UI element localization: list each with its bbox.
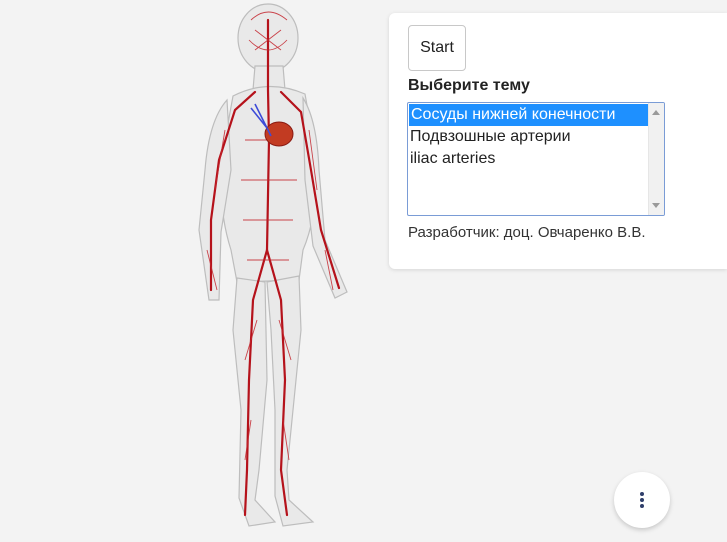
developer-credit: Разработчик: доц. Овчаренко В.В. <box>408 224 646 241</box>
topic-option[interactable]: Подвзошные артерии <box>408 126 648 148</box>
control-panel: Start Выберите тему Сосуды нижней конечн… <box>389 13 727 269</box>
topic-option[interactable]: iliac arteries <box>408 148 648 170</box>
body-model-image <box>198 3 348 527</box>
listbox-scrollbar[interactable] <box>648 103 664 215</box>
more-vertical-icon <box>640 492 644 496</box>
more-vertical-icon-dot <box>640 504 644 508</box>
more-vertical-icon-dot <box>640 498 644 502</box>
topic-listbox[interactable]: Сосуды нижней конечности Подвзошные арте… <box>407 102 665 216</box>
scroll-down-icon[interactable] <box>652 203 660 208</box>
topic-option[interactable]: Сосуды нижней конечности <box>409 104 648 126</box>
more-menu-button[interactable] <box>614 472 670 528</box>
scroll-up-icon[interactable] <box>652 110 660 115</box>
start-button[interactable]: Start <box>408 25 466 71</box>
topic-label: Выберите тему <box>408 77 530 94</box>
